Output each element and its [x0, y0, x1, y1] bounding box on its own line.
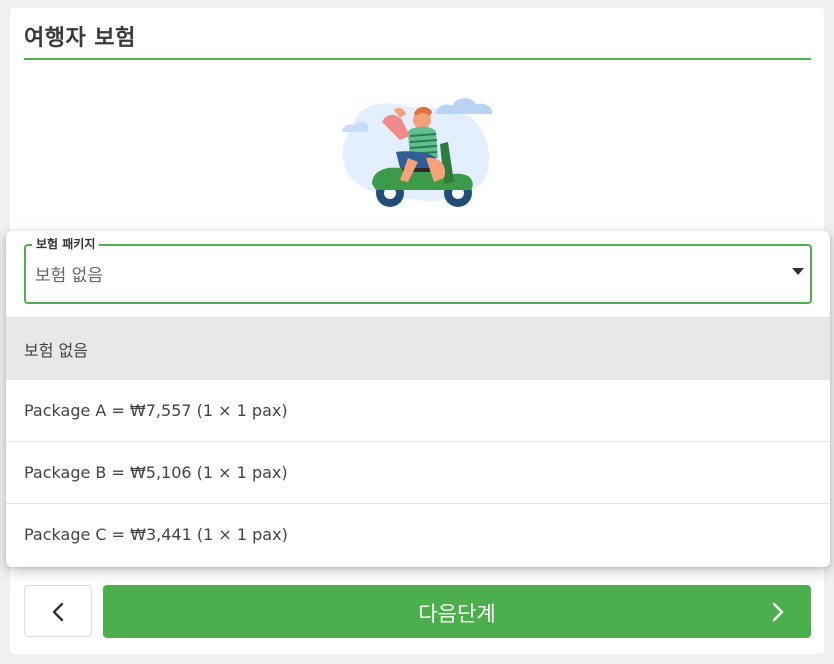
- next-step-button[interactable]: 다음단계: [103, 585, 811, 638]
- back-button[interactable]: [24, 585, 92, 637]
- scooter-illustration: [342, 98, 493, 207]
- options-list: 보험 없음 Package A = ₩7,557 (1 × 1 pax) Pac…: [6, 317, 830, 565]
- section-title: 여행자 보험: [24, 26, 136, 51]
- next-step-label: 다음단계: [418, 602, 496, 626]
- option-package-b[interactable]: Package B = ₩5,106 (1 × 1 pax): [6, 441, 830, 503]
- option-package-c[interactable]: Package C = ₩3,441 (1 × 1 pax): [6, 503, 830, 565]
- insurance-package-select[interactable]: 보험 패키지 보험 없음: [24, 236, 812, 304]
- chevron-right-icon: [772, 602, 784, 622]
- select-current-value: 보험 없음: [35, 266, 103, 286]
- select-label: 보험 패키지: [32, 236, 100, 252]
- title-divider: [24, 58, 811, 60]
- caret-down-icon[interactable]: [792, 268, 804, 275]
- option-no-insurance[interactable]: 보험 없음: [6, 317, 830, 379]
- insurance-dropdown: 보험 패키지 보험 없음 보험 없음 Package A = ₩7,557 (1…: [6, 231, 830, 567]
- chevron-left-icon: [52, 602, 64, 622]
- option-package-a[interactable]: Package A = ₩7,557 (1 × 1 pax): [6, 379, 830, 441]
